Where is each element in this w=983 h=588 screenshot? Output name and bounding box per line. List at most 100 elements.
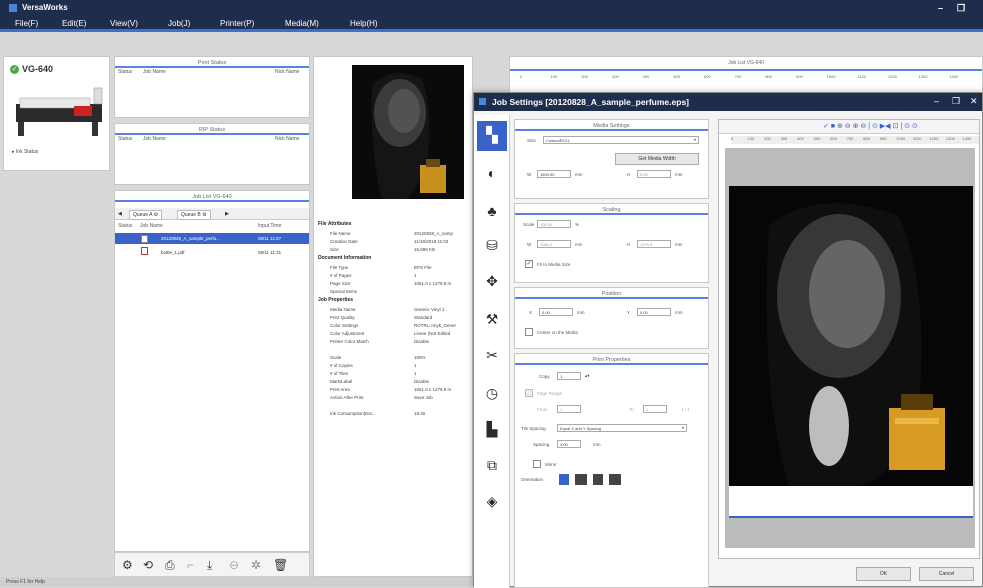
menu-edit[interactable]: Edit(E) (62, 19, 86, 28)
col-nick-name: Nick Name (275, 136, 300, 142)
property-label: Creation Date (330, 239, 358, 244)
from-input[interactable]: 1 (557, 405, 581, 413)
tile-spacing-select[interactable]: Equal X and Y Spacing ▾ (557, 424, 687, 432)
preview-toolbar[interactable]: ✓ ■ ⊕ ⊖ ⊕ ⊖ | ⊙ ▶◀ ⊡ | ⊙ ⊙ (719, 120, 979, 134)
orientation-rotate90-icon[interactable] (575, 474, 587, 485)
prev-queue-icon[interactable]: ◀ (118, 211, 122, 217)
center-media-checkbox[interactable] (525, 328, 533, 336)
ruler-tick-label: 300 (780, 136, 788, 141)
tiling-icon[interactable]: ✥ (481, 273, 503, 290)
properties-panel: File Attributes File Name 20120828_A_samp C… (313, 56, 473, 577)
ruler-tick-label: 100 (747, 136, 755, 141)
orientation-portrait-icon[interactable] (559, 474, 569, 485)
property-label: # of Tiles (330, 371, 349, 376)
cut-icon[interactable]: ✂ (481, 347, 503, 364)
job-list-title: Job List VG-640 (115, 191, 309, 202)
page-count: 1 / 1 (681, 407, 690, 412)
ruler-tick-label: 400 (642, 74, 650, 79)
fit-to-media-checkbox[interactable]: ✓ (525, 260, 533, 268)
rip-status-title: RIP Status (115, 124, 309, 135)
ok-button[interactable]: OK (856, 567, 911, 581)
orientation-label: Orientation (521, 477, 544, 482)
next-queue-icon[interactable]: ▶ (225, 211, 229, 217)
main-layout-title: Job List VG-640 (728, 60, 764, 66)
menu-media[interactable]: Media(M) (285, 19, 319, 28)
ruler-tick-label: 400 (797, 136, 804, 141)
property-value: 18.46 (414, 411, 426, 416)
tools-icon[interactable]: ⚒ (481, 311, 503, 328)
pct-unit: % (575, 222, 580, 227)
printer-card[interactable]: ✓ VG-640 ▸ Ink Status (3, 56, 110, 171)
minimize-button[interactable]: – (938, 3, 943, 13)
tab-queue-b[interactable]: Queue B ⚙ (177, 210, 211, 220)
marks-icon[interactable]: ▙ (481, 421, 503, 438)
copy-stepper-icon[interactable]: ▴▾ (585, 373, 590, 379)
ruler-tick-label: 1200 (888, 74, 897, 79)
quality-icon[interactable]: ◐ (481, 165, 503, 181)
scale-height-input[interactable]: 1279.9 (637, 240, 671, 248)
scaling-title: Scaling (515, 204, 708, 215)
dialog-close-button[interactable]: ✕ (970, 96, 978, 107)
menu-file[interactable]: File(F) (15, 19, 38, 28)
job-name: 20120828_A_sample_perfu... (161, 236, 221, 241)
tab-queue-a[interactable]: Queue A ⚙ (129, 210, 163, 220)
clock-icon[interactable]: ◷ (481, 385, 503, 402)
stop-icon[interactable]: ⊖ (229, 558, 239, 572)
copy-icon[interactable]: ⧉ (481, 457, 503, 474)
layout-settings-icon[interactable]: ▚ (477, 121, 507, 151)
position-x-input[interactable]: 0.00 (539, 308, 573, 316)
cancel-button[interactable]: Cancel (919, 567, 974, 581)
ruler-tick-label: 1400 (949, 74, 959, 79)
delete-icon[interactable]: 🗑 (273, 558, 288, 572)
menu-job[interactable]: Job(J) (168, 19, 190, 28)
position-group: Position X 0.00 mm Y 0.00 mm Center on t… (514, 287, 709, 349)
position-y-input[interactable]: 0.00 (637, 308, 671, 316)
import-icon[interactable]: ⤓ (207, 558, 212, 573)
property-label: Printer Color Match (330, 339, 369, 344)
scale-width-input[interactable]: 1061.0 (537, 240, 571, 248)
to-input[interactable]: 1 (643, 405, 667, 413)
special-color-icon[interactable]: ◈ (481, 493, 503, 510)
table-row[interactable]: bottle_1.pdf 08/11 11:31 (115, 246, 309, 258)
ruler-tick-label: 1000 (826, 74, 836, 79)
x-unit: mm (577, 310, 585, 315)
crop-icon[interactable]: ⌐ (187, 558, 194, 572)
media-width-input[interactable]: 1600.00 (537, 170, 571, 178)
property-label: # of Copies (330, 363, 353, 368)
menu-help[interactable]: Help(H) (350, 19, 378, 28)
spacing-input[interactable]: 4.00 (557, 440, 581, 448)
media-height-input[interactable]: 0.00 (637, 170, 671, 178)
queue-tabs: ◀ Queue A ⚙ Queue B ⚙ ▶ (115, 208, 309, 220)
ruler-tick-label: 1100 (912, 136, 922, 141)
scale-input[interactable]: 100.00 (537, 220, 571, 228)
mirror-checkbox[interactable] (533, 460, 541, 468)
color-adjust-icon[interactable]: ⛁ (481, 237, 503, 254)
process-icon[interactable]: ✲ (251, 558, 261, 572)
y-unit: mm (675, 310, 683, 315)
media-size-select[interactable]: CustomROLL ▾ (543, 136, 699, 144)
restore-button[interactable]: ❐ (957, 3, 965, 14)
menu-printer[interactable]: Printer(P) (220, 19, 254, 28)
table-row[interactable]: 20120828_A_sample_perfu... 08/11 11:57 (115, 233, 309, 244)
h-unit: mm (675, 242, 683, 247)
col-status: Status (118, 136, 133, 142)
dialog-maximize-button[interactable]: ❐ (952, 96, 960, 107)
orientation-rotate270-icon[interactable] (609, 474, 621, 485)
copy-input[interactable]: 1 (557, 372, 581, 380)
property-label: Scale (330, 355, 342, 360)
dialog-minimize-button[interactable]: – (934, 96, 939, 106)
get-media-width-button[interactable]: Get Media Width (615, 153, 699, 165)
print-icon[interactable]: ⎙ (165, 558, 175, 573)
h-label: H (627, 172, 631, 177)
settings-icon[interactable]: ⚙ (122, 558, 133, 572)
property-value: 1061.0 x 1279.9 m (414, 387, 452, 392)
page-range-checkbox[interactable] (525, 389, 533, 397)
ink-status-link[interactable]: ▸ Ink Status (12, 149, 38, 155)
dialog-title: Job Settings [20120828_A_sample_perfume.… (492, 97, 690, 107)
property-value: 20120828_A_samp (414, 231, 454, 236)
w-label: W (527, 242, 532, 247)
menu-view[interactable]: View(V) (110, 19, 138, 28)
color-icon[interactable]: ♣ (481, 203, 503, 219)
refresh-icon[interactable]: ⟲ (143, 558, 153, 572)
orientation-rotate180-icon[interactable] (593, 474, 603, 485)
